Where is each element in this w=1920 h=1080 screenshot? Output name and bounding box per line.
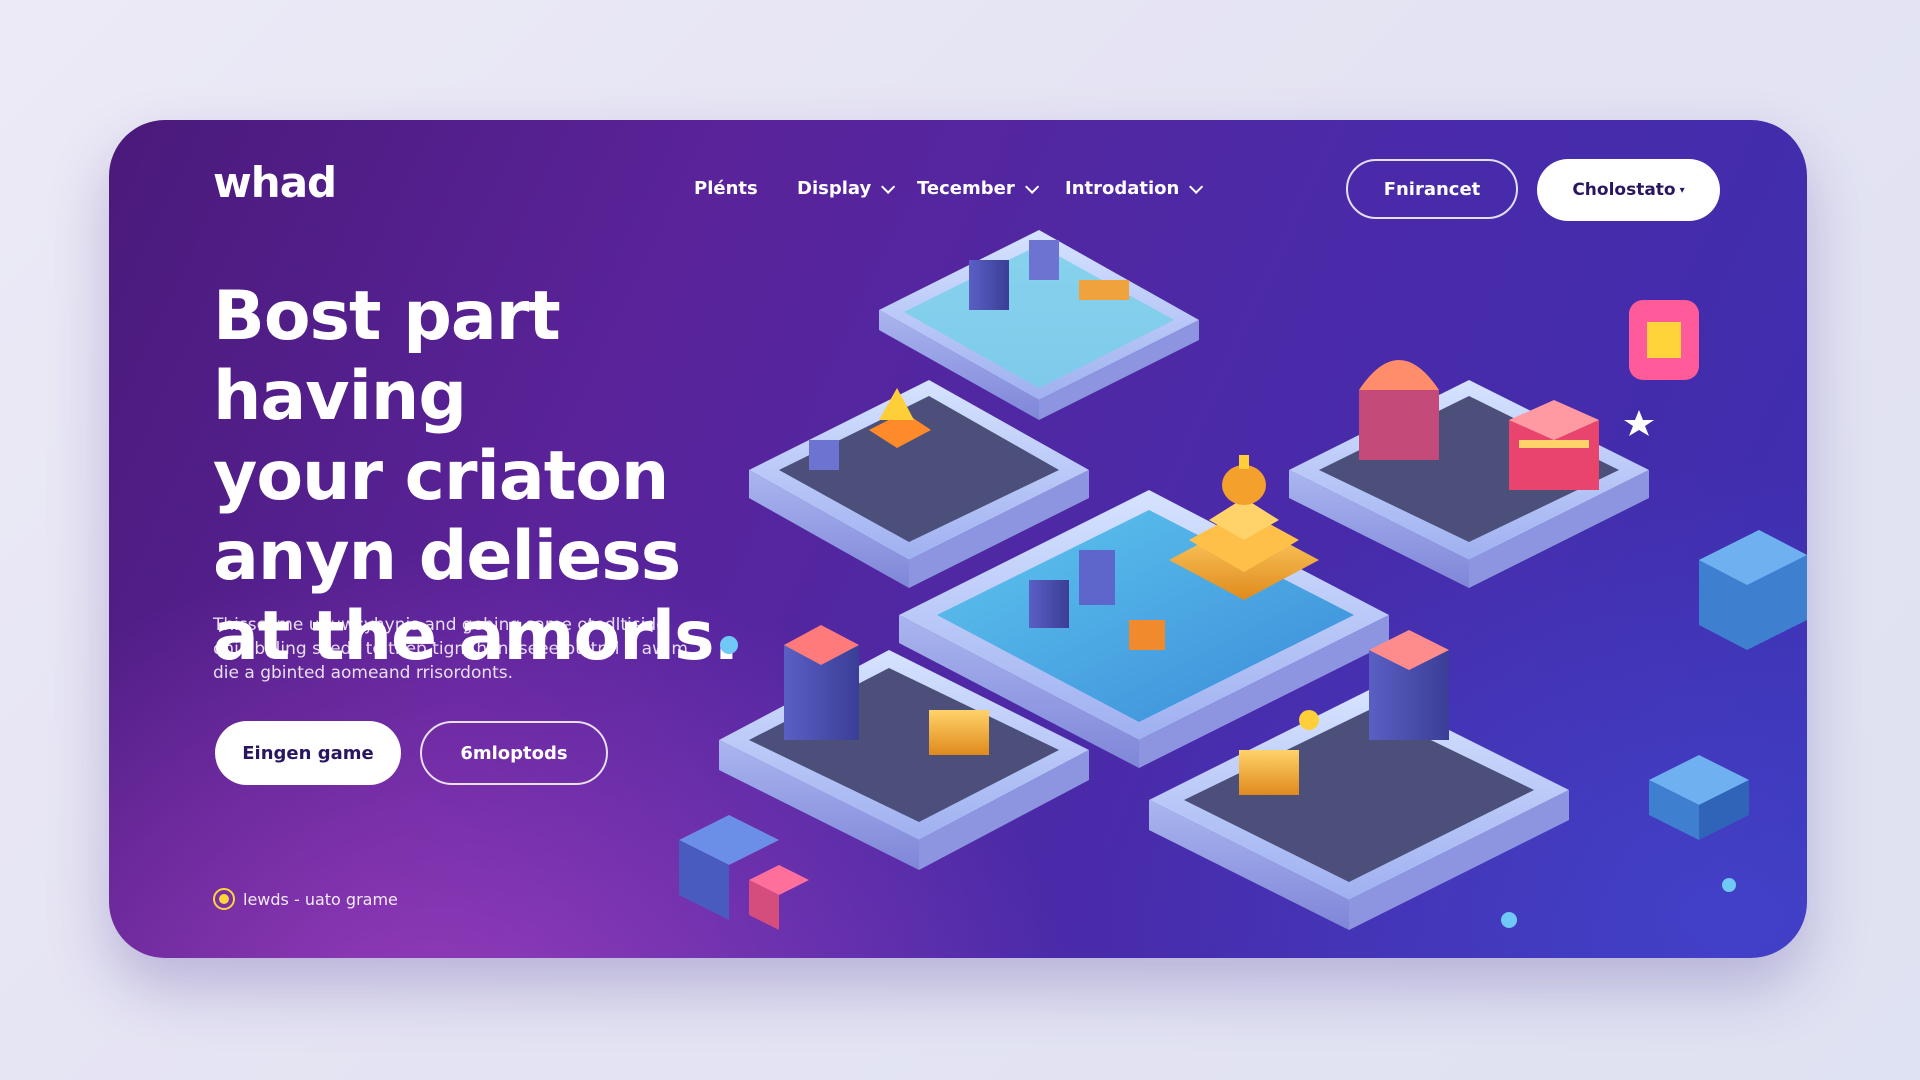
nav-item-label: Display [797, 178, 872, 199]
gem [1722, 878, 1736, 892]
isometric-game-city-illustration [679, 230, 1807, 930]
platform-right [1289, 360, 1649, 588]
gem [720, 636, 738, 654]
coin-icon [213, 888, 235, 910]
footnote-label: lewds - uato grame [243, 889, 398, 909]
nav-item-label: Tecember [917, 178, 1015, 199]
nav-item-plents[interactable]: Plénts [694, 178, 758, 199]
nav-item-display[interactable]: Display [797, 178, 896, 199]
nav-item-introdation[interactable]: Introdation [1065, 178, 1204, 199]
chevron-down-icon [1024, 179, 1039, 194]
secondary-cta-button[interactable]: 6mloptods [420, 721, 608, 785]
cholostato-dropdown-button[interactable]: Cholostato ▾ [1537, 159, 1720, 221]
brand-logo[interactable]: whad [213, 158, 337, 207]
caret-down-icon: ▾ [1679, 184, 1685, 196]
nav-item-label: Plénts [694, 178, 758, 199]
hero-description: Thisscome unuwsyhynis and gebing same ot… [213, 615, 688, 683]
footnote[interactable]: lewds - uato grame [213, 888, 398, 910]
fnirancet-button[interactable]: Fnirancet [1346, 159, 1518, 219]
sign-board [1629, 300, 1699, 380]
gem [1501, 912, 1517, 928]
primary-cta-button[interactable]: Eingen game [215, 721, 401, 785]
hero-card: whad Plénts Display Tecember Introdation… [109, 120, 1807, 958]
star-icon [1624, 410, 1654, 436]
chevron-down-icon [881, 179, 896, 194]
nav-item-label: Introdation [1065, 178, 1180, 199]
cholostato-label: Cholostato [1572, 180, 1676, 200]
nav-item-tecember[interactable]: Tecember [917, 178, 1039, 199]
chevron-down-icon [1189, 179, 1204, 194]
